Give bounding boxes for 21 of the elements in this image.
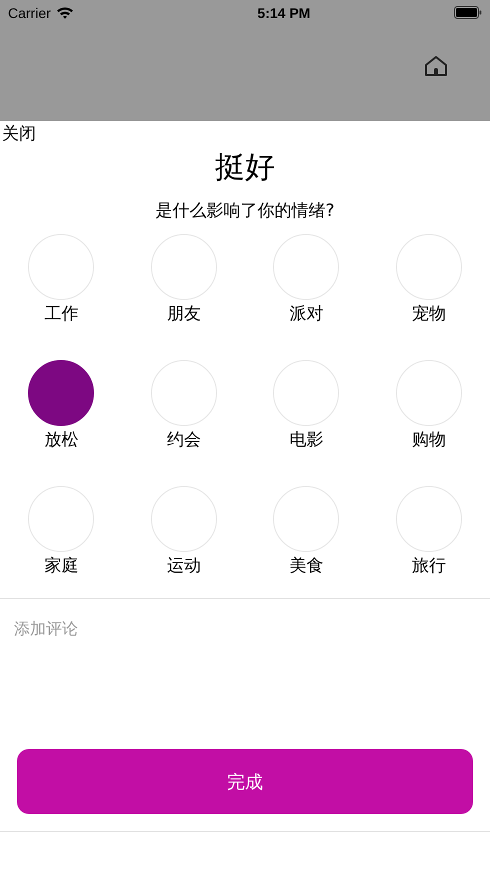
status-time: 5:14 PM [257, 4, 310, 20]
carrier-label: Carrier [8, 4, 51, 20]
category-label: 购物 [412, 429, 446, 452]
category-label: 电影 [289, 429, 324, 452]
home-icon[interactable] [424, 55, 448, 77]
category-label: 宠物 [412, 303, 446, 326]
battery-icon [454, 6, 482, 19]
category-label: 约会 [166, 429, 201, 452]
mood-title: 挺好 [215, 150, 275, 186]
category-label: 运动 [166, 555, 201, 578]
category-label: 旅行 [412, 555, 446, 578]
close-button[interactable]: 关闭 [0, 124, 38, 144]
category-label: 家庭 [44, 555, 78, 578]
category-label: 放松 [44, 429, 78, 452]
category-label: 派对 [289, 303, 324, 326]
wifi-icon [56, 6, 74, 19]
category-label: 美食 [289, 555, 324, 578]
question-text: 是什么影响了你的情绪? [155, 200, 335, 222]
category-label: 工作 [44, 303, 78, 326]
category-label: 朋友 [166, 303, 201, 326]
done-button[interactable]: 完成 [17, 749, 473, 814]
